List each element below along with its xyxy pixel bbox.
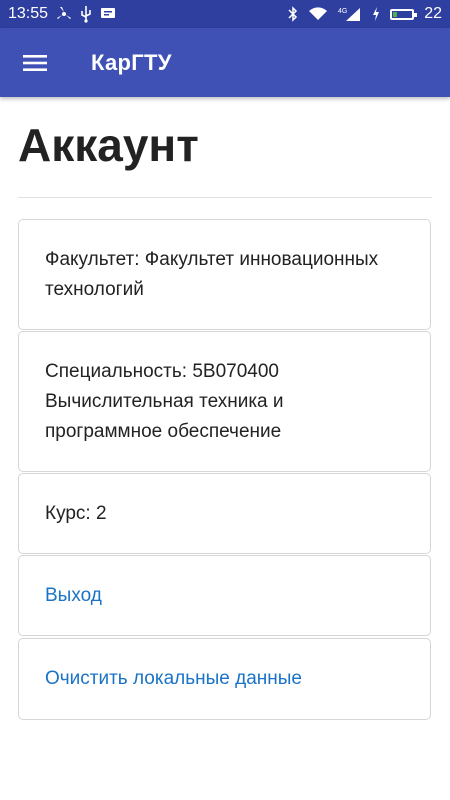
bluetooth-icon	[288, 5, 298, 23]
page-title: Аккаунт	[18, 119, 199, 171]
signal-icon: 4G	[338, 5, 362, 23]
logout-button[interactable]: Выход	[18, 555, 431, 636]
clear-local-data-label: Очистить локальные данные	[45, 668, 302, 689]
charging-icon	[372, 5, 380, 23]
battery-icon	[390, 8, 418, 20]
app-bar: КарГТУ	[0, 28, 450, 97]
clear-local-data-button[interactable]: Очистить локальные данные	[18, 638, 431, 720]
app-title: КарГТУ	[91, 49, 172, 75]
logout-label: Выход	[45, 584, 102, 606]
faculty-card: Факультет: Факультет инновационных техно…	[18, 219, 431, 330]
battery-fill	[393, 11, 398, 17]
faculty-text: Факультет: Факультет инновационных техно…	[45, 248, 379, 300]
status-bar-left: 13:55	[8, 5, 116, 23]
hamburger-menu-icon[interactable]	[15, 43, 55, 83]
fan-icon	[56, 5, 72, 23]
status-bar-right: 4G 22	[288, 5, 442, 23]
wifi-icon	[308, 5, 328, 23]
status-bar: 13:55 4G 22	[0, 0, 450, 28]
course-text: Курс: 2	[45, 502, 107, 524]
usb-icon	[80, 5, 92, 23]
specialty-card: Специальность: 5В070400 Вычислительная т…	[18, 331, 431, 472]
status-time: 13:55	[8, 5, 49, 22]
course-card: Курс: 2	[18, 473, 431, 554]
message-icon	[100, 5, 116, 23]
network-type-label: 4G	[338, 8, 347, 15]
specialty-text: Специальность: 5В070400 Вычислительная т…	[45, 360, 284, 442]
divider	[18, 197, 432, 198]
battery-level: 22	[424, 5, 442, 22]
